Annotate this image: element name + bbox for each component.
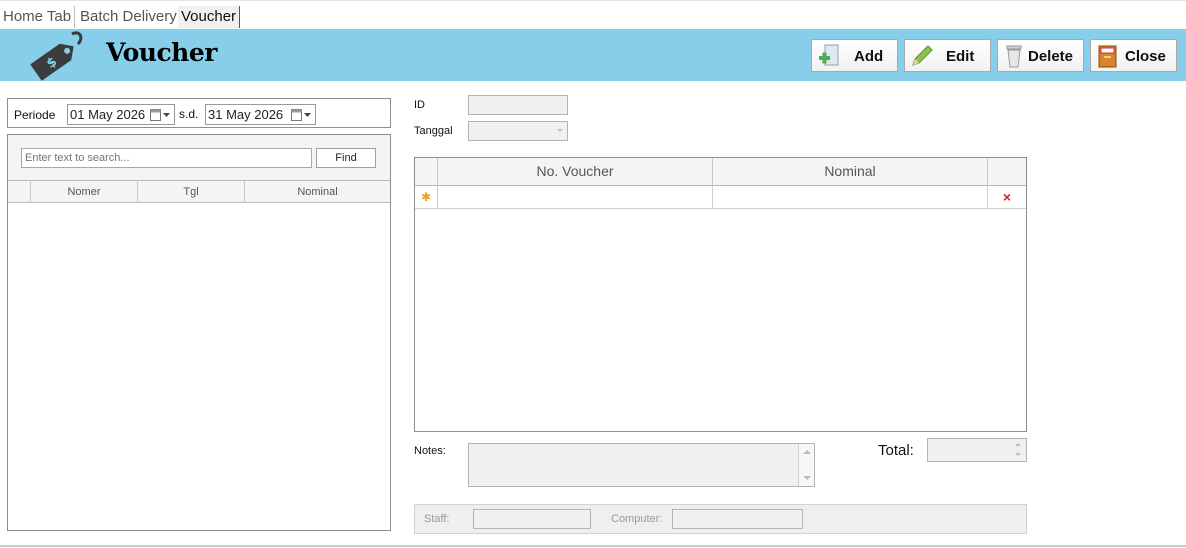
row-indicator-column [8, 181, 31, 202]
spin-up-icon[interactable] [1015, 443, 1021, 446]
delete-label: Delete [1028, 48, 1074, 65]
sd-label: s.d. [179, 107, 199, 121]
staff-field[interactable] [473, 509, 591, 529]
total-field[interactable] [927, 438, 1027, 462]
date-to-field[interactable]: 31 May 2026 [205, 104, 316, 125]
date-to-value: 31 May 2026 [208, 107, 284, 122]
tab-strip: Home Tab Batch Delivery Voucher [0, 0, 1186, 29]
close-button[interactable]: Close [1090, 39, 1177, 72]
scroll-up-icon[interactable] [803, 450, 811, 454]
search-input[interactable] [21, 148, 312, 168]
find-button[interactable]: Find [316, 148, 376, 168]
add-label: Add [854, 48, 884, 65]
notes-scrollbar[interactable] [798, 444, 814, 486]
close-label: Close [1125, 48, 1166, 65]
periode-label: Periode [14, 108, 56, 122]
scroll-down-icon[interactable] [803, 476, 811, 480]
voucher-list-panel: Find Nomer Tgl Nominal [7, 134, 391, 531]
staff-label: Staff: [424, 513, 450, 525]
column-header-no-voucher[interactable]: No. Voucher [438, 158, 713, 185]
price-tag-icon: $ [24, 28, 84, 82]
new-row-indicator-icon: ✱ [415, 186, 438, 208]
calendar-dropdown-icon[interactable] [150, 108, 172, 121]
tab-batch-delivery[interactable]: Batch Delivery [77, 6, 181, 28]
delete-row-icon[interactable]: × [988, 186, 1026, 208]
id-field[interactable] [468, 95, 568, 115]
total-label: Total: [878, 442, 914, 459]
column-header-nomer[interactable]: Nomer [31, 181, 138, 202]
calendar-dropdown-icon[interactable] [291, 108, 313, 121]
edit-label: Edit [946, 48, 975, 65]
row-indicator-column [415, 158, 438, 185]
pencil-icon [909, 43, 935, 69]
id-label: ID [414, 99, 425, 111]
column-header-nominal[interactable]: Nominal [713, 158, 988, 185]
new-row-no-voucher-cell[interactable] [438, 186, 713, 208]
new-row[interactable]: ✱ × [415, 186, 1026, 209]
new-row-nominal-cell[interactable] [713, 186, 988, 208]
column-header-nominal[interactable]: Nominal [245, 181, 390, 202]
exit-door-icon [1095, 43, 1121, 69]
computer-label: Computer: [611, 513, 663, 525]
computer-field[interactable] [672, 509, 803, 529]
tanggal-label: Tanggal [414, 125, 453, 137]
tanggal-field[interactable] [468, 121, 568, 141]
voucher-detail-grid: No. Voucher Nominal ✱ × [414, 157, 1027, 432]
page-title: Voucher [106, 38, 217, 67]
audit-info-bar: Staff: Computer: [414, 504, 1027, 534]
trash-can-icon [1002, 43, 1028, 69]
tab-home[interactable]: Home Tab [0, 6, 76, 28]
detail-grid-header: No. Voucher Nominal [415, 158, 1026, 186]
date-from-field[interactable]: 01 May 2026 [67, 104, 175, 125]
tab-voucher[interactable]: Voucher [178, 6, 241, 28]
column-header-tgl[interactable]: Tgl [138, 181, 245, 202]
add-button[interactable]: Add [811, 39, 898, 72]
bottom-border [0, 545, 1186, 547]
notes-label: Notes: [414, 445, 446, 457]
date-from-value: 01 May 2026 [70, 107, 146, 122]
delete-column-header [988, 158, 1026, 185]
edit-button[interactable]: Edit [904, 39, 991, 72]
delete-button[interactable]: Delete [997, 39, 1084, 72]
periode-box: Periode 01 May 2026 s.d. 31 May 2026 [7, 98, 391, 128]
voucher-list-header: Nomer Tgl Nominal [8, 180, 390, 203]
spin-down-icon[interactable] [1015, 453, 1021, 456]
notes-field[interactable] [468, 443, 815, 487]
chevron-down-icon[interactable] [557, 129, 563, 132]
add-document-icon [816, 43, 842, 69]
